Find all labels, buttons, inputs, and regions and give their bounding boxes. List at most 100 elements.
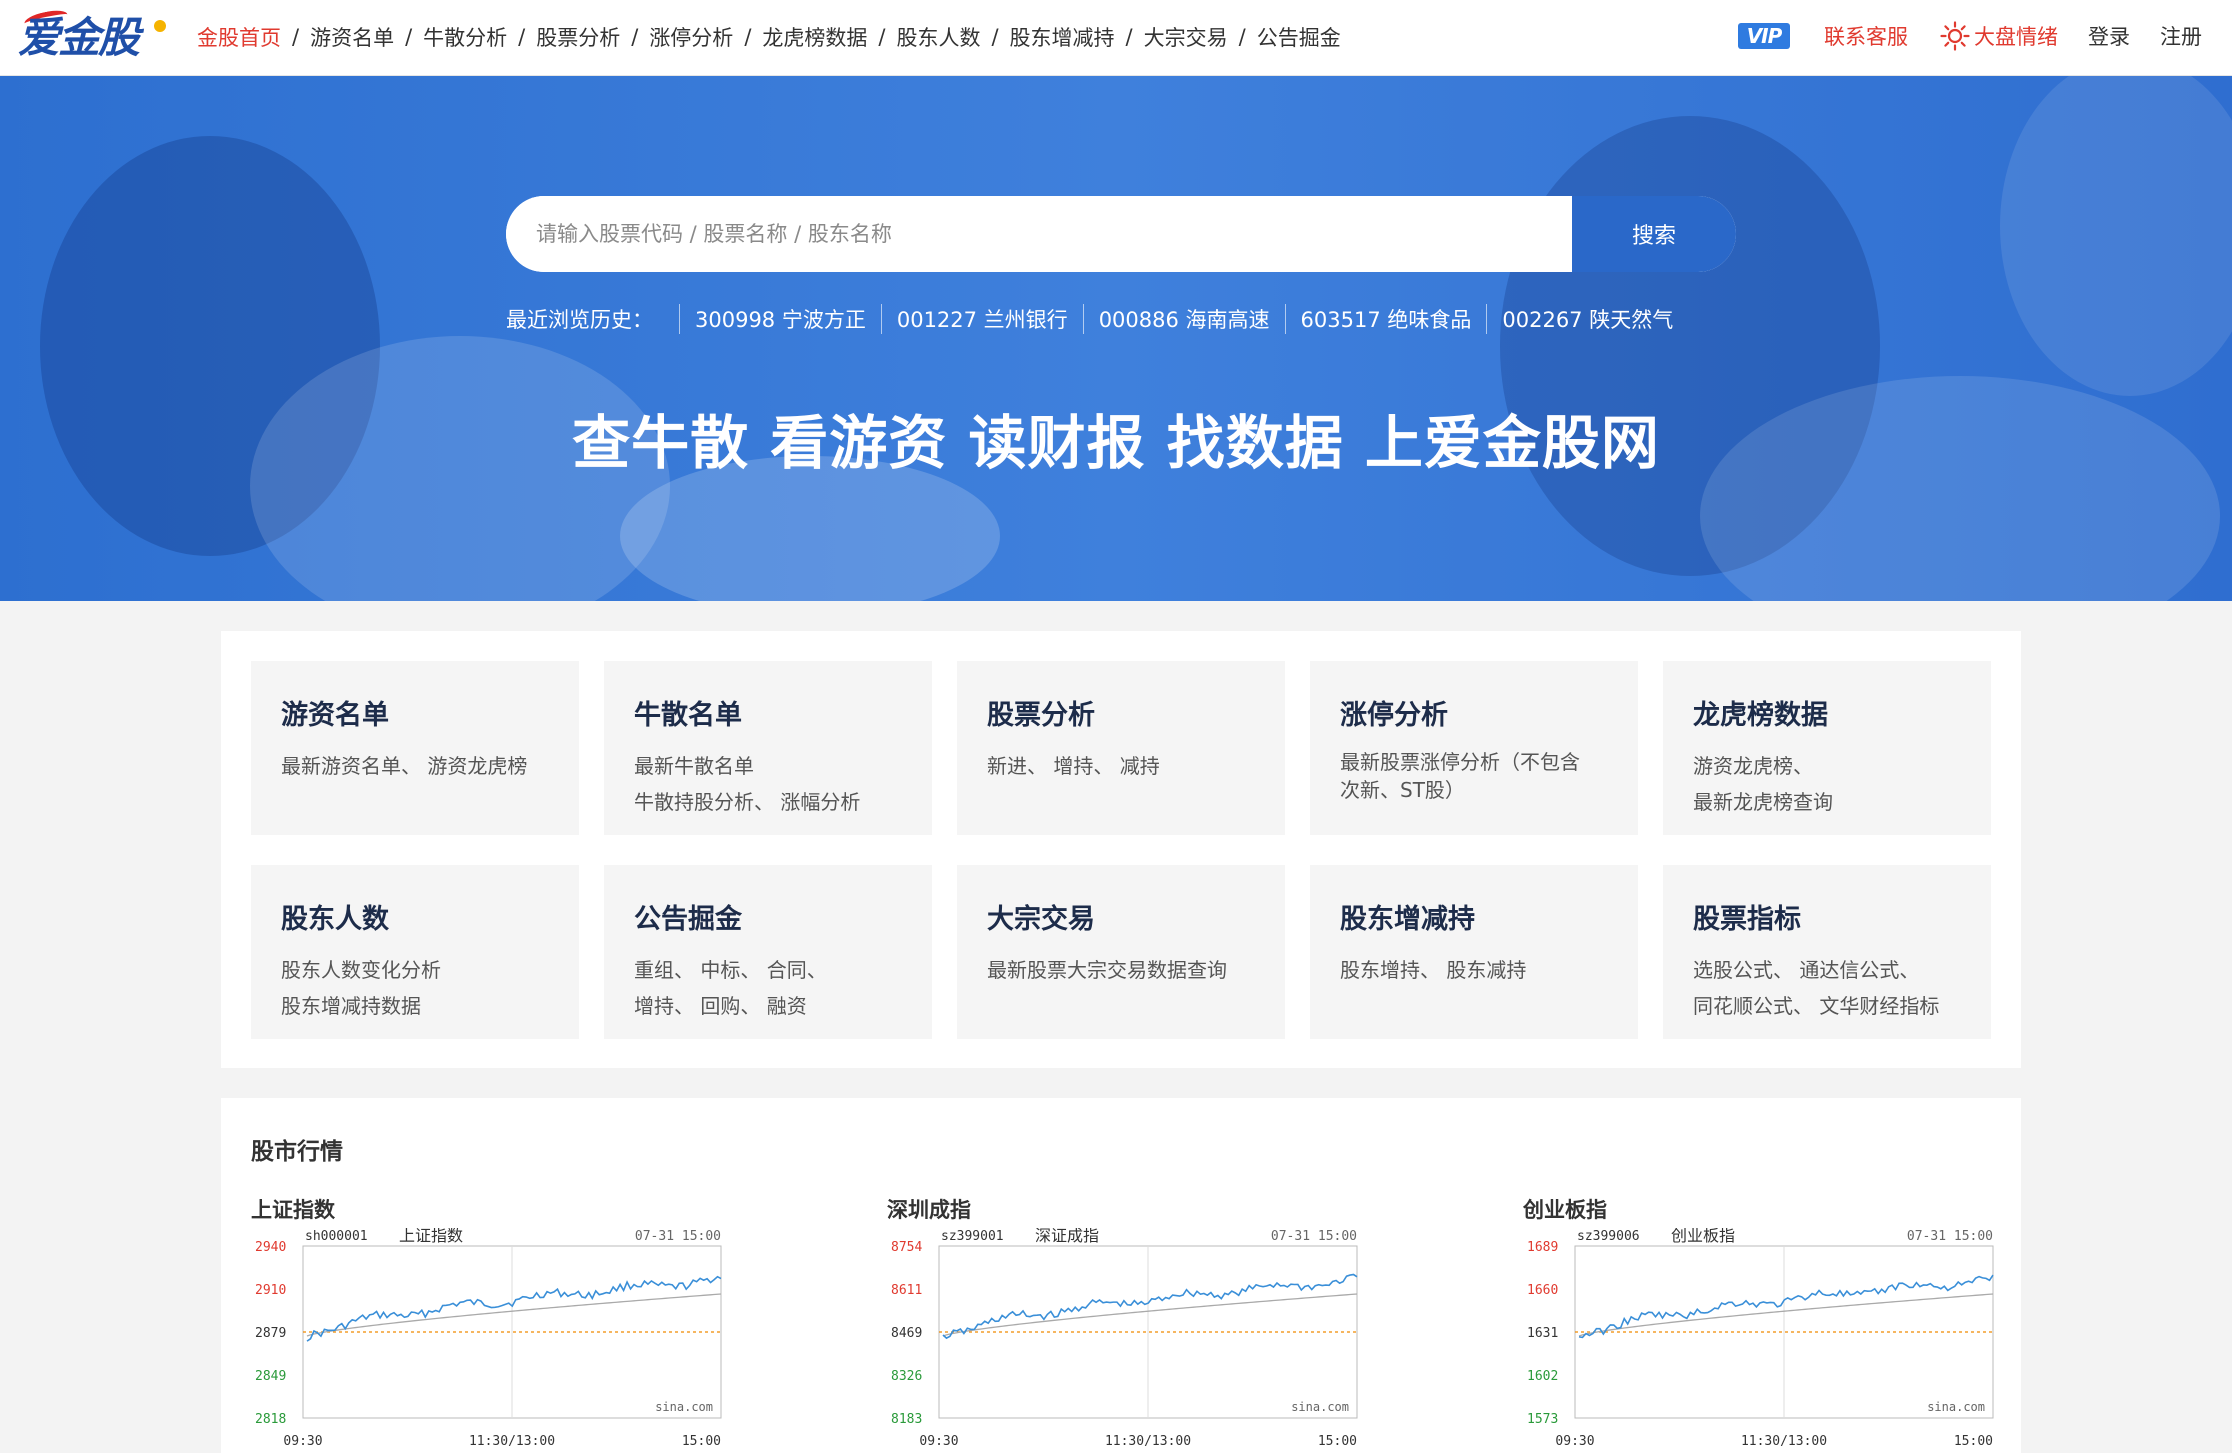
category-card-hot-money[interactable]: 游资名单 最新游资名单、 游资龙虎榜 bbox=[251, 661, 579, 835]
site-logo[interactable]: 爱金股 bbox=[18, 7, 168, 66]
index-chart[interactable]: 1689 1660 1631 1602 1573 sz399006 创业板指 07-31 15… bbox=[1523, 1228, 2003, 1453]
index-name: 深圳成指 bbox=[887, 1198, 971, 1222]
category-card-block-trade[interactable]: 大宗交易 最新股票大宗交易数据查询 bbox=[957, 865, 1285, 1039]
category-title: 股票指标 bbox=[1693, 904, 1801, 935]
category-desc: 股东增减持数据 bbox=[281, 994, 421, 1018]
category-title: 牛散名单 bbox=[634, 700, 742, 731]
nav-separator: / bbox=[1238, 25, 1246, 49]
chart-source-label: sina.com bbox=[655, 1400, 713, 1414]
index-chart[interactable]: 2940 2910 2879 2849 2818 sh000001 上证指数 07-31 15… bbox=[251, 1228, 731, 1453]
index-name: 创业板指 bbox=[1523, 1198, 1607, 1222]
chart-ytick-label: 8469 bbox=[891, 1326, 922, 1341]
chart-ytick-label: 1573 bbox=[1527, 1412, 1558, 1427]
chart-xtick-label: 11:30/13:00 bbox=[469, 1434, 555, 1449]
category-desc: 最新股票大宗交易数据查询 bbox=[987, 958, 1227, 982]
chart-code-label: sh000001 bbox=[305, 1229, 368, 1244]
nav-right: VIP 联系客服 大盘情绪 登录 注册 bbox=[1738, 18, 2202, 54]
chart-ytick-label: 2940 bbox=[255, 1240, 286, 1255]
market-mood-link[interactable]: 大盘情绪 bbox=[1940, 21, 2058, 51]
chart-ytick-label: 2818 bbox=[255, 1412, 286, 1427]
nav-item-announcements[interactable]: 公告掘金 bbox=[1257, 22, 1341, 52]
category-desc: 股东增持、 股东减持 bbox=[1340, 958, 1527, 982]
chart-xtick-label: 15:00 bbox=[1954, 1434, 1993, 1449]
nav-item-hot-money-list[interactable]: 游资名单 bbox=[310, 22, 394, 52]
nav-item-dragon-tiger[interactable]: 龙虎榜数据 bbox=[762, 22, 867, 52]
chart-datetime-label: 07-31 15:00 bbox=[1271, 1229, 1357, 1244]
nav-item-shareholder-change[interactable]: 股东增减持 bbox=[1010, 22, 1115, 52]
nav-item-big-investor-analysis[interactable]: 牛散分析 bbox=[423, 22, 507, 52]
chart-xtick-label: 09:30 bbox=[283, 1434, 322, 1449]
history-item[interactable]: 001227 兰州银行 bbox=[880, 304, 1083, 334]
category-card-limit-up[interactable]: 涨停分析 最新股票涨停分析（不包含 次新、ST股） bbox=[1310, 661, 1638, 835]
index-block-shanghai: 上证指数 2940 2910 2879 2849 2818 sh000001 上证指数 07-… bbox=[221, 1194, 741, 1453]
nav-item-block-trade[interactable]: 大宗交易 bbox=[1144, 22, 1228, 52]
nav-separator: / bbox=[292, 25, 300, 49]
login-link[interactable]: 登录 bbox=[2088, 21, 2130, 51]
chart-xtick-label: 11:30/13:00 bbox=[1741, 1434, 1827, 1449]
market-section-title: 股市行情 bbox=[251, 1139, 343, 1165]
category-card-dragon-tiger[interactable]: 龙虎榜数据 游资龙虎榜、 最新龙虎榜查询 bbox=[1663, 661, 1991, 835]
chart-xtick-label: 15:00 bbox=[682, 1434, 721, 1449]
vip-badge[interactable]: VIP bbox=[1738, 23, 1790, 49]
category-card-shareholder-count[interactable]: 股东人数 股东人数变化分析 股东增减持数据 bbox=[251, 865, 579, 1039]
category-title: 股票分析 bbox=[987, 700, 1095, 731]
contact-support-link[interactable]: 联系客服 bbox=[1824, 21, 1908, 51]
category-desc: 增持、 回购、 融资 bbox=[634, 994, 807, 1018]
category-desc: 游资龙虎榜、 bbox=[1693, 754, 1813, 778]
index-chart[interactable]: 8754 8611 8469 8326 8183 sz399001 深证成指 07-31 15… bbox=[887, 1228, 1367, 1453]
category-desc: 最新牛散名单 bbox=[634, 754, 754, 778]
history-item[interactable]: 000886 海南高速 bbox=[1082, 304, 1285, 334]
chart-source-label: sina.com bbox=[1927, 1400, 1985, 1414]
chart-datetime-label: 07-31 15:00 bbox=[1907, 1229, 1993, 1244]
search-button[interactable]: 搜索 bbox=[1572, 196, 1736, 272]
category-desc: 最新龙虎榜查询 bbox=[1693, 790, 1833, 814]
category-desc: 同花顺公式、 文华财经指标 bbox=[1693, 994, 1940, 1018]
category-card-indicators[interactable]: 股票指标 选股公式、 通达信公式、 同花顺公式、 文华财经指标 bbox=[1663, 865, 1991, 1039]
logo-dot bbox=[154, 20, 166, 32]
register-link[interactable]: 注册 bbox=[2160, 21, 2202, 51]
category-title: 股东增减持 bbox=[1340, 904, 1475, 935]
category-desc: 最新股票涨停分析（不包含 bbox=[1340, 750, 1580, 774]
market-mood-label: 大盘情绪 bbox=[1974, 25, 2058, 49]
nav-item-home[interactable]: 金股首页 bbox=[197, 22, 281, 52]
chart-code-label: sz399006 bbox=[1577, 1229, 1640, 1244]
category-desc: 新进、 增持、 减持 bbox=[987, 754, 1160, 778]
category-card-announcements[interactable]: 公告掘金 重组、 中标、 合同、 增持、 回购、 融资 bbox=[604, 865, 932, 1039]
history-item[interactable]: 002267 陕天然气 bbox=[1486, 304, 1688, 334]
top-navbar: 爱金股 金股首页 / 游资名单 / 牛散分析 / 股票分析 / 涨停分析 / 龙… bbox=[0, 0, 2232, 76]
chart-index-label: 深证成指 bbox=[1035, 1228, 1099, 1245]
chart-index-label: 上证指数 bbox=[399, 1228, 463, 1245]
chart-ytick-label: 2879 bbox=[255, 1326, 286, 1341]
chart-ytick-label: 1631 bbox=[1527, 1326, 1558, 1341]
category-desc: 选股公式、 通达信公式、 bbox=[1693, 958, 1920, 982]
logo-text: 爱金股 bbox=[18, 13, 140, 62]
history-label: 最近浏览历史： bbox=[506, 308, 653, 332]
index-name: 上证指数 bbox=[251, 1198, 335, 1222]
category-desc: 股东人数变化分析 bbox=[281, 958, 441, 982]
chart-index-label: 创业板指 bbox=[1671, 1228, 1735, 1245]
chart-xtick-label: 11:30/13:00 bbox=[1105, 1434, 1191, 1449]
category-card-shareholder-change[interactable]: 股东增减持 股东增持、 股东减持 bbox=[1310, 865, 1638, 1039]
history-item[interactable]: 603517 绝味食品 bbox=[1284, 304, 1487, 334]
history-item[interactable]: 300998 宁波方正 bbox=[679, 304, 881, 334]
category-title: 大宗交易 bbox=[987, 904, 1095, 935]
chart-xtick-label: 09:30 bbox=[1555, 1434, 1594, 1449]
chart-xtick-label: 09:30 bbox=[919, 1434, 958, 1449]
search-input[interactable] bbox=[506, 196, 1572, 272]
chart-ytick-label: 1660 bbox=[1527, 1283, 1558, 1298]
chart-xtick-label: 15:00 bbox=[1318, 1434, 1357, 1449]
nav-item-limit-up-analysis[interactable]: 涨停分析 bbox=[649, 22, 733, 52]
hero-background-figure bbox=[2000, 76, 2232, 396]
nav-separator: / bbox=[744, 25, 752, 49]
chart-ytick-label: 8611 bbox=[891, 1283, 922, 1298]
category-card-big-investors[interactable]: 牛散名单 最新牛散名单 牛散持股分析、 涨幅分析 bbox=[604, 661, 932, 835]
category-card-stock-analysis[interactable]: 股票分析 新进、 增持、 减持 bbox=[957, 661, 1285, 835]
nav-separator: / bbox=[405, 25, 413, 49]
chart-ytick-label: 8326 bbox=[891, 1369, 922, 1384]
index-block-chinext: 创业板指 1689 1660 1631 1602 1573 sz399006 创业板指 07-… bbox=[1493, 1194, 2013, 1453]
browse-history: 最近浏览历史： 300998 宁波方正 001227 兰州银行 000886 海… bbox=[506, 304, 1688, 334]
nav-item-shareholder-count[interactable]: 股东人数 bbox=[896, 22, 980, 52]
hero-banner: 搜索 最近浏览历史： 300998 宁波方正 001227 兰州银行 00088… bbox=[0, 76, 2232, 601]
chart-datetime-label: 07-31 15:00 bbox=[635, 1229, 721, 1244]
nav-item-stock-analysis[interactable]: 股票分析 bbox=[536, 22, 620, 52]
